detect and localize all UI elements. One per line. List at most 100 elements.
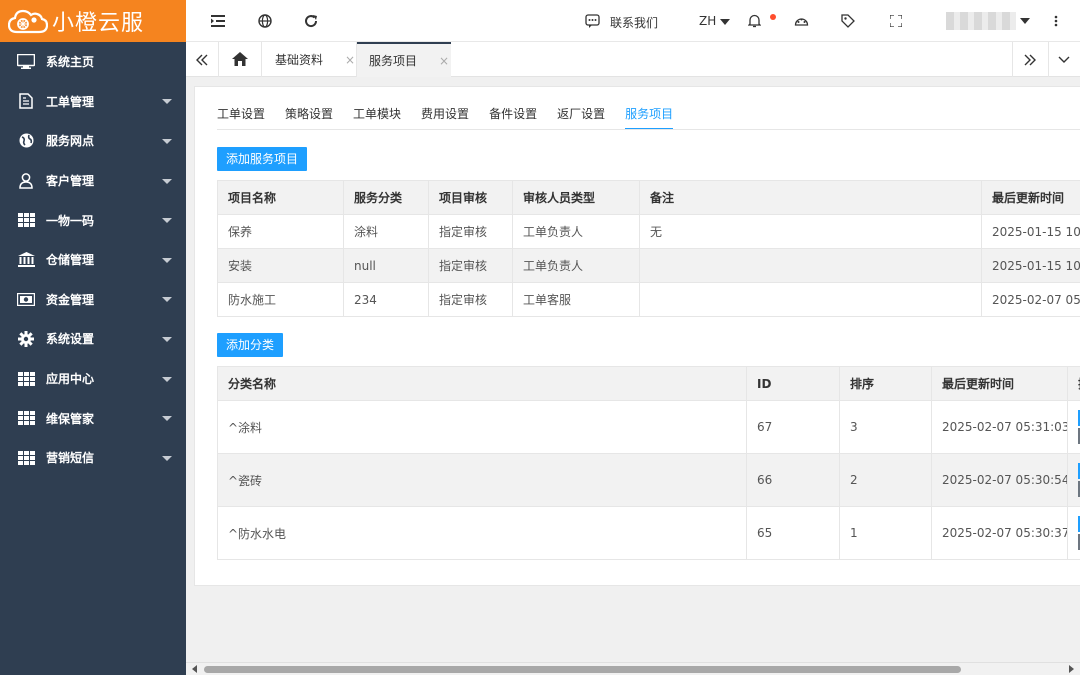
menu-indent-icon[interactable] xyxy=(210,13,226,29)
sidebar-item-label: 系统设置 xyxy=(46,332,95,347)
caret-down-icon xyxy=(162,297,172,303)
sidebar-item-7[interactable]: 系统设置 xyxy=(0,319,186,359)
user-icon xyxy=(16,172,36,189)
sidebar-item-0[interactable]: 系统主页 xyxy=(0,42,186,82)
scroll-arrow-left-icon[interactable] xyxy=(192,665,197,673)
add-service-item-button[interactable]: 添加服务项目 xyxy=(217,147,308,171)
fullscreen-icon[interactable] xyxy=(888,13,904,29)
table-cell: 工单负责人 xyxy=(512,248,640,283)
sidebar-item-label: 资金管理 xyxy=(46,292,95,307)
sidebar-item-6[interactable]: 资金管理 xyxy=(0,280,186,320)
table-cell: 65 xyxy=(746,506,840,560)
more-vertical-icon[interactable] xyxy=(1048,13,1064,29)
table-cell: 2025-01-15 10:38 xyxy=(981,214,1080,249)
globe-icon[interactable] xyxy=(257,13,273,29)
column-header: 操 xyxy=(1067,366,1080,401)
sidebar-item-label: 维保管家 xyxy=(46,411,95,426)
sidebar-item-4[interactable]: 一物一码 xyxy=(0,200,186,240)
sidebar-item-label: 客户管理 xyxy=(46,174,95,189)
sidebar-item-2[interactable]: 服务网点 xyxy=(0,121,186,161)
table-row[interactable]: 安装null指定审核工单负责人 2025-01-15 10:57 xyxy=(217,248,1080,283)
table-cell xyxy=(639,282,982,317)
refresh-icon[interactable] xyxy=(303,13,319,29)
table-row[interactable]: ^涂料 67 3 2025-02-07 05:31:03 xyxy=(217,400,1080,454)
language-label: ZH xyxy=(699,14,717,28)
sidebar-item-10[interactable]: 营销短信 xyxy=(0,438,186,478)
column-header: 最后更新时间 xyxy=(931,366,1068,401)
sidebar-item-label: 营销短信 xyxy=(46,451,95,466)
row-actions xyxy=(1067,453,1080,507)
tab-basic-data[interactable]: 基础资料 × xyxy=(275,42,355,77)
table-row[interactable]: 保养涂料指定审核工单负责人无2025-01-15 10:38 xyxy=(217,214,1080,249)
subtab-6[interactable]: 服务项目 xyxy=(625,105,674,130)
sidebar-item-label: 系统主页 xyxy=(46,55,95,70)
close-icon[interactable]: × xyxy=(345,53,355,67)
chat-icon[interactable] xyxy=(584,13,600,29)
home-icon[interactable] xyxy=(232,51,248,67)
sidebar-item-3[interactable]: 客户管理 xyxy=(0,161,186,201)
table-cell: 2025-02-07 05:22 xyxy=(981,282,1080,317)
settings-subtabs: 工单设置 策略设置 工单模块 费用设置 备件设置 返厂设置 服务项目 xyxy=(217,105,693,130)
subtab-3[interactable]: 费用设置 xyxy=(421,105,469,130)
tag-icon[interactable] xyxy=(840,13,856,29)
caret-down-icon xyxy=(162,376,172,382)
table-row[interactable]: ^瓷砖 66 2 2025-02-07 05:30:54 xyxy=(217,453,1080,507)
subtab-5[interactable]: 返厂设置 xyxy=(557,105,605,130)
sidebar-item-5[interactable]: 仓储管理 xyxy=(0,240,186,280)
scrollbar-thumb[interactable] xyxy=(204,666,961,673)
subtab-4[interactable]: 备件设置 xyxy=(489,105,537,130)
palette-icon[interactable] xyxy=(793,13,809,29)
sidebar-item-9[interactable]: 维保管家 xyxy=(0,398,186,438)
column-header: 排序 xyxy=(839,366,932,401)
column-header: ID xyxy=(746,366,840,401)
close-icon[interactable]: × xyxy=(439,54,449,68)
horizontal-scrollbar[interactable] xyxy=(186,662,1080,675)
caret-down-icon xyxy=(162,138,172,144)
caret-down-icon xyxy=(162,416,172,422)
subtab-2[interactable]: 工单模块 xyxy=(353,105,401,130)
column-header: 最后更新时间 xyxy=(981,180,1080,215)
scroll-right-icon[interactable] xyxy=(1022,52,1038,68)
add-category-button[interactable]: 添加分类 xyxy=(217,333,284,357)
column-header: 服务分类 xyxy=(343,180,429,215)
contact-link[interactable]: 联系我们 xyxy=(610,14,658,31)
table-cell: 2 xyxy=(839,453,932,507)
grid-icon xyxy=(16,212,36,228)
bell-icon[interactable] xyxy=(746,13,762,29)
tab-menu-chevron-icon[interactable] xyxy=(1056,52,1072,68)
scroll-left-icon[interactable] xyxy=(194,52,210,68)
table-cell: 防水施工 xyxy=(217,282,344,317)
table-cell: 2025-01-15 10:57 xyxy=(981,248,1080,283)
sidebar-item-8[interactable]: 应用中心 xyxy=(0,359,186,399)
row-actions xyxy=(1067,506,1080,560)
subtab-1[interactable]: 策略设置 xyxy=(285,105,333,130)
row-actions xyxy=(1067,400,1080,454)
column-header: 项目名称 xyxy=(217,180,344,215)
table-cell: 工单负责人 xyxy=(512,214,640,249)
page-tab-bar: 基础资料 × 服务项目 × xyxy=(186,42,1080,77)
logo-text: 小橙云服 xyxy=(52,11,145,36)
table-cell: null xyxy=(343,248,429,283)
table-row[interactable]: ^防水水电 65 1 2025-02-07 05:30:37 xyxy=(217,506,1080,560)
categories-table: 分类名称ID排序最后更新时间操 ^涂料6732025-02-07 05:31:0… xyxy=(217,366,1080,560)
language-selector[interactable]: ZH xyxy=(699,14,731,28)
grid-icon xyxy=(16,410,36,426)
scroll-arrow-right-icon[interactable] xyxy=(1069,665,1074,673)
caret-down-icon xyxy=(162,218,172,224)
caret-down-icon xyxy=(162,336,172,342)
tab-service-items[interactable]: 服务项目 × xyxy=(357,42,451,77)
app-logo[interactable]: 小橙云服 xyxy=(0,0,186,42)
sidebar-nav: 系统主页工单管理 服务网点客户管理一物一码仓储管理资金管理系统设置应用中心维保管家… xyxy=(0,42,186,478)
document-icon xyxy=(16,93,36,110)
sidebar-item-label: 一物一码 xyxy=(46,213,95,228)
user-dropdown-icon[interactable] xyxy=(1020,18,1030,24)
sidebar: 小橙云服 系统主页工单管理 服务网点客户管理一物一码仓储管理资金管理系统设置应用中… xyxy=(0,0,186,675)
sidebar-item-1[interactable]: 工单管理 xyxy=(0,82,186,122)
user-name-blurred[interactable] xyxy=(946,12,1016,30)
caret-down-icon xyxy=(162,99,172,105)
top-bar: 联系我们 ZH xyxy=(186,0,1080,42)
table-cell: 67 xyxy=(746,400,840,454)
table-row[interactable]: 防水施工234指定审核工单客服 2025-02-07 05:22 xyxy=(217,282,1080,317)
table-cell: 3 xyxy=(839,400,932,454)
subtab-0[interactable]: 工单设置 xyxy=(217,105,265,130)
